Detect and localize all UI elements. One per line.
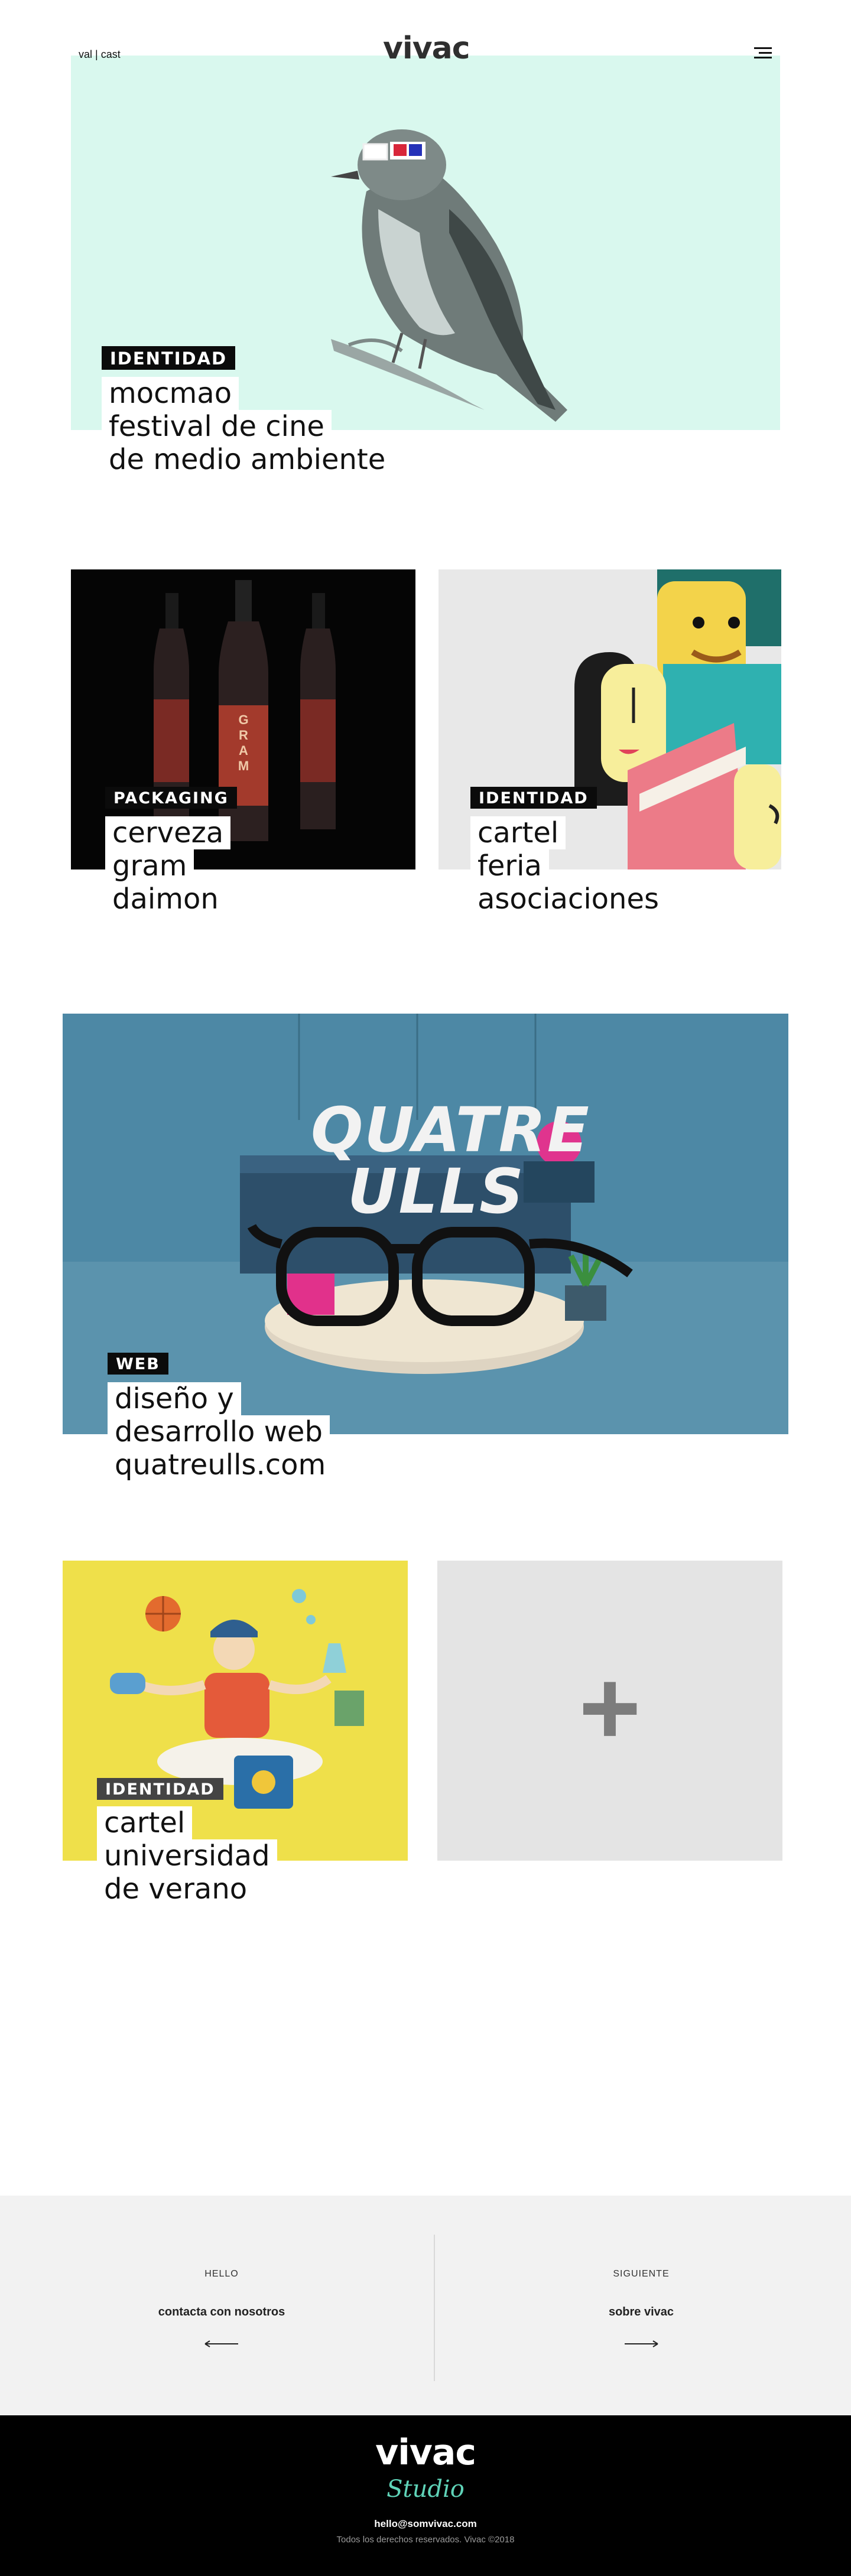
project-card-mocmao[interactable]: IDENTIDAD mocmao festival de cine de med… [71,56,780,476]
bird-illustration [331,129,567,422]
footer-email-link[interactable]: hello@somvivac.com [0,2518,851,2530]
contact-link[interactable]: contacta con nosotros [9,2305,434,2319]
project-tag: IDENTIDAD [102,346,236,370]
project-title: cartel feria asociaciones [470,816,666,916]
footer-logo-studio: Studio [386,2476,465,2503]
project-card-cerveza-gram[interactable]: GRAM PACKAGING cerveza gram daimon [71,569,415,916]
project-image-mocmao [71,56,780,430]
project-tag: WEB [108,1353,168,1375]
project-card-universidad[interactable]: IDENTIDAD cartel universidad de verano [63,1561,408,1906]
next-label: SIGUIENTE [613,2269,670,2279]
about-link[interactable]: sobre vivac [428,2305,851,2319]
footer-navigation: HELLO contacta con nosotros SIGUIENTE so… [0,2196,851,2415]
project-title: cartel universidad de verano [97,1806,277,1906]
language-switcher: val | cast [79,48,121,61]
project-card-cartel-feria[interactable]: IDENTIDAD cartel feria asociaciones [439,569,781,916]
arrow-right-icon[interactable] [623,2340,659,2347]
footer-logo[interactable]: vivac [0,2432,851,2473]
load-more-card[interactable]: + [437,1561,782,1861]
project-title: diseño y desarrollo web quatreulls.com [108,1382,333,1481]
project-title: mocmao festival de cine de medio ambient… [102,377,393,476]
project-image-quatreulls: QUATRE ULLS [63,1014,788,1434]
project-tag: PACKAGING [105,787,237,809]
footer-copyright: Todos los derechos reservados. Vivac ©20… [336,2535,515,2545]
footer-nav-right: SIGUIENTE sobre vivac [428,2196,851,2415]
bottle-label-text: GRAM [238,712,249,773]
lang-valencian-link[interactable]: val [79,48,92,60]
site-logo[interactable]: vivac [383,31,470,66]
project-title: cerveza gram daimon [105,816,231,916]
lang-separator: | [95,48,98,60]
project-tag: IDENTIDAD [470,787,597,809]
project-tag: IDENTIDAD [97,1778,223,1800]
arrow-left-icon[interactable] [204,2340,239,2347]
hamburger-menu-icon[interactable] [754,47,772,59]
footer-nav-left: HELLO contacta con nosotros [9,2196,434,2415]
lang-castilian-link[interactable]: cast [101,48,121,60]
plus-icon: + [579,1649,641,1767]
ulls-text: ULLS [347,1155,525,1227]
hello-label: HELLO [204,2269,239,2279]
project-card-quatreulls[interactable]: QUATRE ULLS WEB diseño y desarrollo web … [63,1014,788,1481]
site-footer: vivac Studio hello@somvivac.com Todos lo… [0,2415,851,2576]
